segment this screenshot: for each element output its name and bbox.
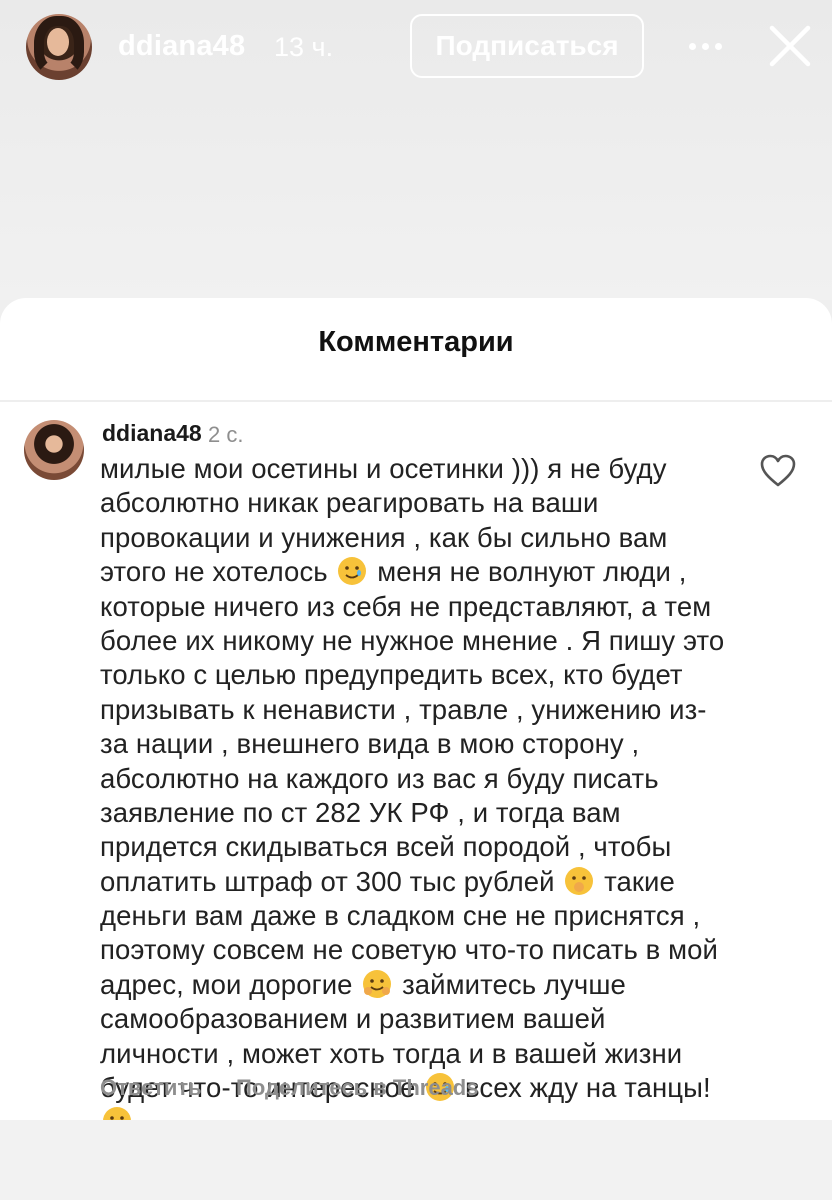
story-avatar[interactable] (26, 14, 92, 80)
share-threads-button[interactable]: Поделитесь в Threads (236, 1075, 478, 1101)
more-horizontal-icon[interactable] (682, 28, 728, 64)
emoji-wrapper (562, 866, 596, 897)
comment-line: за нации , внешнего вида в мою сторону , (100, 727, 750, 761)
comment-line: личности , может хоть тогда и в вашей жи… (100, 1037, 750, 1071)
comment-text-segment: адрес, мои дорогие (100, 968, 361, 1000)
sheet-title: Комментарии (318, 326, 514, 358)
comment-line: самообразованием и развитием вашей (100, 1002, 750, 1036)
story-time: 13 ч. (274, 32, 334, 62)
comment-text-segment: личности , может хоть тогда и в вашей жи… (100, 1037, 683, 1069)
comment-text-segment: самообразованием и развитием вашей (100, 1003, 606, 1035)
comment-text-segment: поэтому совсем не советую что-то писать … (100, 934, 718, 966)
divider (0, 400, 832, 402)
comment-line: этого не хотелось меня не волнуют люди , (100, 555, 750, 589)
comment-text-segment: более их никому не нужное мнение . Я пиш… (100, 624, 725, 656)
comment-line: только с целью предупредить всех, кто бу… (100, 658, 750, 692)
comment-line: милые мои осетины и осетинки ))) я не бу… (100, 452, 750, 486)
close-icon[interactable] (764, 20, 816, 72)
comment-text-segment: абсолютно на каждого из вас я буду писат… (100, 762, 659, 794)
comment-text-segment: которые ничего из себя не представляют, … (100, 590, 712, 622)
comment-text-segment: абсолютно никак реагировать на ваши (100, 487, 599, 519)
comment-line: которые ничего из себя не представляют, … (100, 590, 750, 624)
comment-line: придется скидываться всей породой , чтоб… (100, 830, 750, 864)
comment-text-segment: оплатить штраф от 300 тыс рублей (100, 865, 563, 897)
emoji-wrapper (335, 556, 369, 587)
emoji-wrapper (360, 969, 394, 1000)
comment-line: призывать к ненависти , травле , унижени… (100, 693, 750, 727)
comment-text-segment: этого не хотелось (100, 556, 336, 588)
comment-text-segment: заявление по ст 282 УК РФ , и тогда вам (100, 796, 621, 828)
comment-text-segment: такие (596, 865, 675, 897)
comment-line: поэтому совсем не советую что-то писать … (100, 933, 750, 967)
comment-time: 2 с. (208, 422, 244, 447)
comment-text: милые мои осетины и осетинки ))) я не бу… (100, 452, 750, 1140)
comment-line: абсолютно на каждого из вас я буду писат… (100, 762, 750, 796)
comment-text-segment: милые мои осетины и осетинки ))) я не бу… (100, 453, 667, 484)
avatar-hair (34, 16, 84, 76)
comment-line: абсолютно никак реагировать на ваши (100, 486, 750, 520)
subscribe-button[interactable]: Подписаться (410, 14, 644, 78)
comment-text-segment: придется скидываться всей породой , чтоб… (100, 831, 672, 863)
story-username[interactable]: ddiana48 (118, 30, 245, 63)
comment-line: более их никому не нужное мнение . Я пиш… (100, 624, 750, 658)
dot (701, 42, 709, 50)
dot (714, 42, 722, 50)
comment-username[interactable]: ddiana48 (102, 420, 202, 447)
comment-line: деньги вам даже в сладком сне не приснят… (100, 899, 750, 933)
story-header: ddiana48 13 ч. Подписаться (0, 0, 832, 96)
dot (688, 42, 696, 50)
comment-text-segment: за нации , внешнего вида в мою сторону , (100, 728, 640, 760)
hugging-emoji-icon (363, 969, 392, 998)
comment-text-segment: займитесь лучше (394, 968, 626, 1000)
comment-text-segment: провокации и унижения , как бы сильно ва… (100, 521, 668, 553)
smiling-tear-emoji-icon (338, 557, 367, 586)
comment-text-segment: всех жду на танцы! (457, 1072, 711, 1104)
comment-line: оплатить штраф от 300 тыс рублей такие (100, 865, 750, 899)
comment-avatar[interactable] (24, 420, 84, 480)
heart-outline-icon[interactable] (760, 454, 796, 488)
comment-text-segment: меня не волнуют люди , (369, 556, 687, 588)
comment-text-segment: только с целью предупредить всех, кто бу… (100, 659, 683, 691)
comment-line: адрес, мои дорогие займитесь лучше (100, 968, 750, 1002)
reply-button[interactable]: Ответить (100, 1075, 202, 1101)
comment-line: заявление по ст 282 УК РФ , и тогда вам (100, 796, 750, 830)
comment-line: провокации и унижения , как бы сильно ва… (100, 521, 750, 555)
comment-text-segment: призывать к ненависти , травле , унижени… (100, 693, 707, 725)
hand-over-mouth-emoji-icon (565, 866, 594, 895)
footer-strip (0, 1120, 832, 1200)
comment-text-segment: деньги вам даже в сладком сне не приснят… (100, 900, 701, 932)
